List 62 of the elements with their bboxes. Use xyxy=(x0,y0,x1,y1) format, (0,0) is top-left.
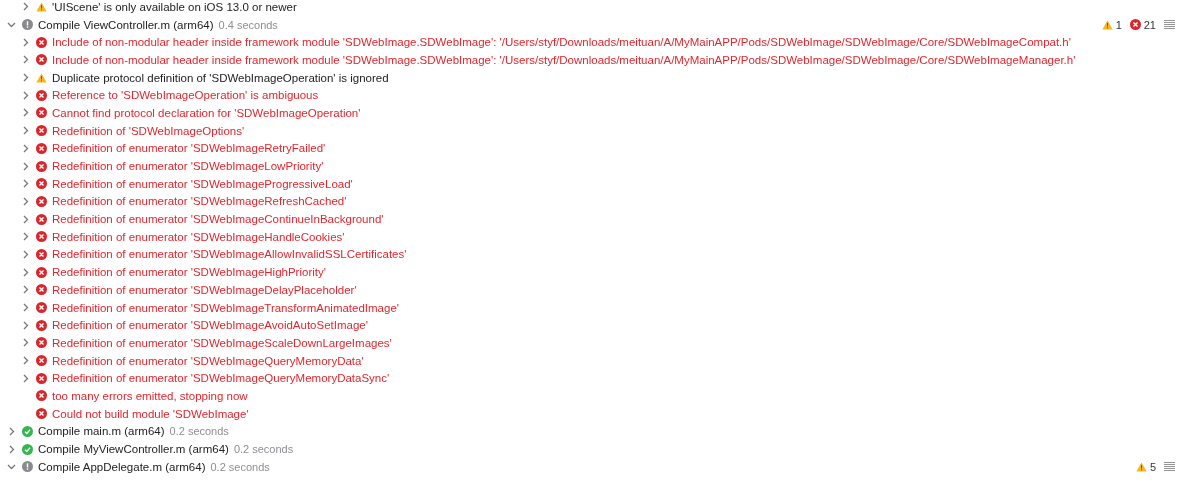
build-step-title[interactable]: Compile ViewController.m (arm64) xyxy=(38,18,214,31)
build-step-duration: 0.2 seconds xyxy=(233,443,294,456)
issue-message[interactable]: Duplicate protocol definition of 'SDWebImageOperation' is ignored xyxy=(52,71,389,84)
build-step-title[interactable]: Compile main.m (arm64) xyxy=(38,425,165,438)
issue-message[interactable]: Redefinition of enumerator 'SDWebImageRetryFailed' xyxy=(52,142,326,155)
warning-count: 1 xyxy=(1115,18,1122,31)
error-icon xyxy=(36,178,47,190)
error-icon xyxy=(36,54,47,66)
error-icon xyxy=(36,408,47,420)
error-icon xyxy=(36,337,47,349)
error-count: 21 xyxy=(1143,18,1156,31)
error-icon xyxy=(36,390,47,402)
error-icon xyxy=(36,125,47,137)
issue-message[interactable]: 'UIScene' is only available on iOS 13.0 or newer xyxy=(52,0,297,13)
error-icon xyxy=(36,142,47,154)
list-icon[interactable] xyxy=(1164,20,1175,30)
issue-message[interactable]: Redefinition of enumerator 'SDWebImageLowPriority' xyxy=(52,160,324,173)
error-icon xyxy=(36,302,47,314)
error-icon xyxy=(36,355,47,367)
issue-message[interactable]: Redefinition of enumerator 'SDWebImageScaleDownLargeImages' xyxy=(52,336,392,349)
issue-message[interactable]: Redefinition of enumerator 'SDWebImageAvoidAutoSetImage' xyxy=(52,319,368,332)
issue-message[interactable]: too many errors emitted, stopping now xyxy=(52,389,248,402)
error-icon xyxy=(36,36,47,48)
issue-message[interactable]: Reference to 'SDWebImageOperation' is ambiguous xyxy=(52,89,319,102)
issue-message[interactable]: Include of non-modular header inside framework module 'SDWebImage.SDWebImage': '/Users/styf/Downloads/meituan/A/MyMainAPP/Pods/SDWebImage/SDWebImage/Core/SDWebImageCompat.h' xyxy=(52,36,1071,49)
issue-message[interactable]: Redefinition of enumerator 'SDWebImageTransformAnimatedImage' xyxy=(52,301,399,314)
issue-message[interactable]: Redefinition of enumerator 'SDWebImageAllowInvalidSSLCertificates' xyxy=(52,248,407,261)
warning-count: 5 xyxy=(1149,460,1156,473)
list-icon[interactable] xyxy=(1164,462,1175,472)
issue-message[interactable]: Redefinition of enumerator 'SDWebImageQueryMemoryData' xyxy=(52,354,364,367)
build-step-duration: 0.4 seconds xyxy=(218,18,278,31)
issue-message[interactable]: Redefinition of enumerator 'SDWebImageProgressiveLoad' xyxy=(52,177,353,190)
error-icon xyxy=(36,319,47,331)
error-icon xyxy=(36,213,47,225)
error-icon xyxy=(36,160,47,172)
issue-message[interactable]: Redefinition of enumerator 'SDWebImageDelayPlaceholder' xyxy=(52,283,357,296)
warning-icon xyxy=(1135,461,1147,472)
error-icon xyxy=(36,195,47,207)
error-icon xyxy=(36,372,47,384)
build-step-duration: 0.2 seconds xyxy=(210,460,270,473)
issue-message[interactable]: Cannot find protocol declaration for 'SDWebImageOperation' xyxy=(52,106,361,119)
issue-message[interactable]: Could not build module 'SDWebImage' xyxy=(52,407,249,420)
error-icon xyxy=(36,248,47,260)
issue-message[interactable]: Redefinition of enumerator 'SDWebImageHighPriority' xyxy=(52,266,326,279)
error-icon xyxy=(1129,19,1141,31)
issue-message[interactable]: Include of non-modular header inside framework module 'SDWebImage.SDWebImage': '/Users/styf/Downloads/meituan/A/MyMainAPP/Pods/SDWebImage/SDWebImage/Core/SDWebImageManager.h' xyxy=(52,53,1076,66)
build-step-title[interactable]: Compile MyViewController.m (arm64) xyxy=(38,443,229,456)
error-icon xyxy=(36,266,47,278)
error-icon xyxy=(36,107,47,119)
warning-icon xyxy=(36,1,47,12)
build-step-duration: 0.2 seconds xyxy=(169,425,229,438)
error-icon xyxy=(36,231,47,243)
error-icon xyxy=(36,284,47,296)
issue-message[interactable]: Redefinition of enumerator 'SDWebImageRefreshCached' xyxy=(52,195,347,208)
build-step-title[interactable]: Compile AppDelegate.m (arm64) xyxy=(38,460,206,473)
error-icon xyxy=(36,89,47,101)
warning-icon xyxy=(1101,19,1113,30)
issue-message[interactable]: Redefinition of 'SDWebImageOptions' xyxy=(52,124,245,137)
issue-message[interactable]: Redefinition of enumerator 'SDWebImageContinueInBackground' xyxy=(52,213,384,226)
issue-message[interactable]: Redefinition of enumerator 'SDWebImageHandleCookies' xyxy=(52,230,345,243)
warning-icon xyxy=(36,72,47,83)
issue-message[interactable]: Redefinition of enumerator 'SDWebImageQueryMemoryDataSync' xyxy=(52,372,390,385)
